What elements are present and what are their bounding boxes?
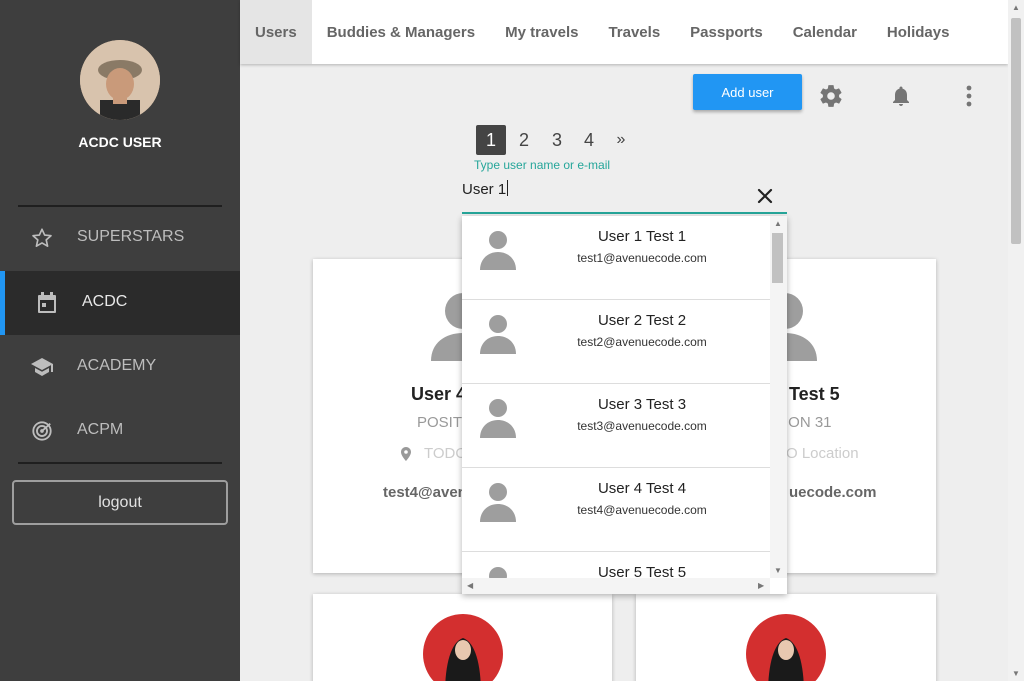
user-silhouette-icon	[480, 315, 516, 354]
close-icon[interactable]	[754, 185, 776, 207]
suggestion-item[interactable]: User 2 Test 2 test2@avenuecode.com	[462, 300, 770, 384]
suggestion-email: test1@avenuecode.com	[577, 251, 707, 265]
school-icon	[30, 355, 54, 379]
sidebar-divider	[18, 462, 222, 464]
sidebar-item-label: ACDC	[82, 293, 128, 310]
card-user-email: uecode.com	[789, 484, 877, 501]
autocomplete-dropdown: User 1 Test 1 test1@avenuecode.com User …	[462, 216, 787, 594]
dropdown-scroll-thumb[interactable]	[772, 233, 783, 283]
user-silhouette-icon	[480, 483, 516, 522]
sidebar-item-superstars[interactable]: SUPERSTARS	[0, 206, 240, 270]
tab-holidays[interactable]: Holidays	[872, 0, 965, 64]
more-vert-icon[interactable]	[955, 82, 983, 110]
tab-buddies-managers[interactable]: Buddies & Managers	[312, 0, 490, 64]
sidebar-item-label: SUPERSTARS	[77, 228, 185, 245]
suggestion-email: test3@avenuecode.com	[577, 419, 707, 433]
suggestion-item[interactable]: User 4 Test 4 test4@avenuecode.com	[462, 468, 770, 552]
scroll-up-arrow-icon[interactable]: ▲	[774, 219, 782, 228]
sidebar-item-acpm[interactable]: ACPM	[0, 399, 240, 463]
top-tabs: Users Buddies & Managers My travels Trav…	[240, 0, 1008, 64]
radar-icon	[30, 419, 54, 443]
tab-travels[interactable]: Travels	[593, 0, 675, 64]
page-4-button[interactable]: 4	[574, 125, 604, 155]
tab-my-travels[interactable]: My travels	[490, 0, 593, 64]
tab-users[interactable]: Users	[240, 0, 312, 64]
add-user-button[interactable]: Add user	[693, 74, 802, 110]
card-user-name: Test 5	[789, 384, 840, 404]
user-card[interactable]	[313, 594, 612, 681]
sidebar-item-label: ACPM	[77, 421, 124, 438]
page-3-button[interactable]: 3	[542, 125, 572, 155]
logout-button[interactable]: logout	[12, 480, 228, 525]
suggestion-name: User 1 Test 1	[597, 228, 687, 245]
suggestion-item[interactable]: User 3 Test 3 test3@avenuecode.com	[462, 384, 770, 468]
user-avatar	[746, 614, 826, 681]
search-input-value: User 1	[462, 181, 507, 198]
sidebar-username: ACDC USER	[78, 134, 162, 150]
sidebar-item-acdc[interactable]: ACDC	[0, 271, 240, 335]
active-indicator	[0, 271, 5, 335]
suggestion-email: test2@avenuecode.com	[577, 335, 707, 349]
card-user-position: ION 31	[784, 414, 832, 431]
card-user-location: O Location	[786, 445, 859, 462]
scroll-right-arrow-icon[interactable]: ▶	[758, 581, 764, 590]
page-scroll-thumb[interactable]	[1011, 18, 1021, 244]
search-label: Type user name or e-mail	[474, 158, 611, 172]
page-1-button[interactable]: 1	[476, 125, 506, 155]
tab-calendar[interactable]: Calendar	[778, 0, 872, 64]
search-input[interactable]: User 1	[462, 180, 742, 202]
bell-icon[interactable]	[887, 82, 915, 110]
card-user-name: User 4	[411, 384, 467, 404]
sidebar-item-academy[interactable]: ACADEMY	[0, 335, 240, 399]
tab-passports[interactable]: Passports	[675, 0, 778, 64]
card-user-location: TODO	[424, 445, 468, 462]
card-user-email: test4@aven	[383, 484, 467, 501]
user-avatar	[423, 614, 503, 681]
star-icon	[30, 226, 54, 250]
page-2-button[interactable]: 2	[509, 125, 539, 155]
sidebar-item-label: ACADEMY	[77, 357, 157, 374]
next-page-button[interactable]: »	[606, 125, 636, 155]
user-card[interactable]	[636, 594, 936, 681]
profile-avatar[interactable]	[80, 40, 160, 120]
search-underline	[462, 212, 787, 214]
user-silhouette-icon	[480, 231, 516, 270]
scroll-left-arrow-icon[interactable]: ◀	[467, 581, 473, 590]
suggestion-item[interactable]: User 1 Test 1 test1@avenuecode.com	[462, 216, 770, 300]
page-scroll-up-arrow-icon[interactable]: ▲	[1012, 3, 1020, 12]
user-silhouette-icon	[480, 399, 516, 438]
suggestion-name: User 4 Test 4	[597, 480, 687, 497]
card-user-position: POSITI	[417, 414, 467, 431]
page-scroll-down-arrow-icon[interactable]: ▼	[1012, 669, 1020, 678]
gear-icon[interactable]	[817, 82, 845, 110]
dropdown-horizontal-scrollbar[interactable]	[462, 578, 770, 594]
scroll-down-arrow-icon[interactable]: ▼	[774, 566, 782, 575]
calendar-icon	[35, 291, 59, 315]
suggestion-name: User 3 Test 3	[597, 396, 687, 413]
suggestion-name: User 2 Test 2	[597, 312, 687, 329]
text-caret	[507, 180, 509, 196]
sidebar: ACDC USER SUPERSTARS ACDC ACADEMY ACPM l…	[0, 0, 240, 681]
suggestion-email: test4@avenuecode.com	[577, 503, 707, 517]
location-pin-icon	[401, 447, 411, 466]
